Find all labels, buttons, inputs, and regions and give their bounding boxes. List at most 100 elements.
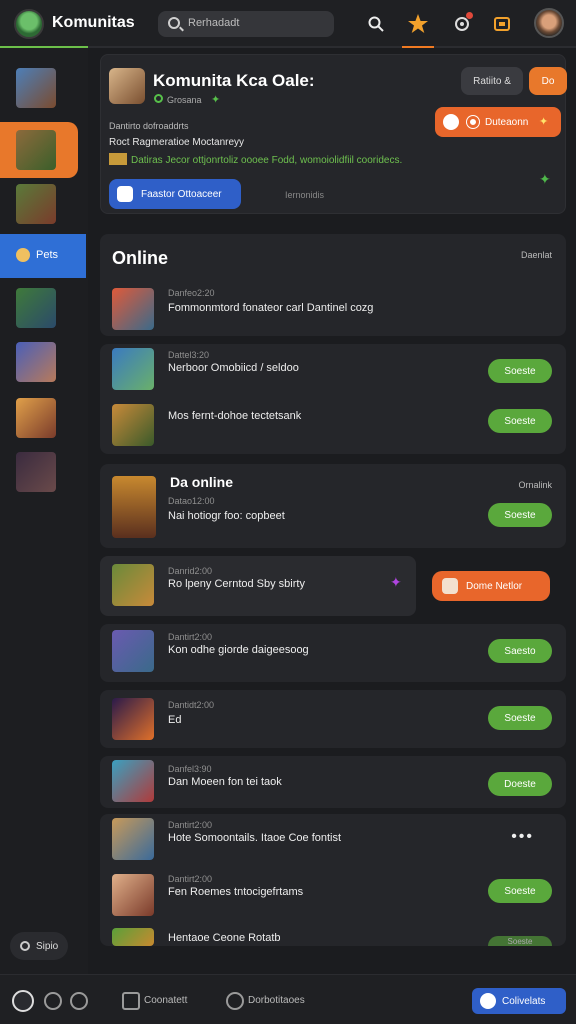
info-icon[interactable] <box>226 992 244 1010</box>
game-thumbnail <box>112 928 154 946</box>
game-thumbnail <box>16 184 56 224</box>
community-description-text: Datiras Jecor ottjonrtoliz oooee Fodd, w… <box>131 155 403 166</box>
sidebar-item-game-7[interactable] <box>0 444 88 500</box>
follow-button[interactable]: Soeste <box>488 503 552 527</box>
chat-icon[interactable] <box>44 992 62 1010</box>
details-label[interactable]: Dorbotitaoes <box>248 995 305 1006</box>
donate-button-label: Duteaonn <box>485 117 529 128</box>
community-subtitle: Grosana <box>167 95 202 105</box>
sidebar-footer-button[interactable]: Sipio <box>10 932 68 960</box>
item-meta: Datao12:00 <box>168 496 215 506</box>
item-meta: Dantirt2:00 <box>168 820 213 830</box>
verified-icon: ✦ <box>211 94 221 106</box>
ratio-button[interactable]: Ratiito & <box>461 67 523 95</box>
brand-name: Komunitas <box>52 14 135 31</box>
sparkle-icon: ✦ <box>539 116 549 128</box>
sidebar: Pets Sipio <box>0 48 88 974</box>
user-avatar[interactable] <box>534 8 564 38</box>
community-title: Komunita Kca Oale: <box>153 71 315 90</box>
star-icon[interactable] <box>406 12 430 36</box>
game-thumbnail <box>112 818 154 860</box>
follow-button[interactable]: Doeste <box>488 772 552 796</box>
item-meta: Dattel3:20 <box>168 350 210 360</box>
share-icon[interactable] <box>70 992 88 1010</box>
game-thumbnail <box>112 698 154 740</box>
game-poster <box>112 476 156 538</box>
list-item: Dantirt2:00 Kon odhe giorde daigeesoog S… <box>100 624 566 682</box>
section-filter[interactable]: Daenlat <box>521 250 552 260</box>
sidebar-item-game-6[interactable] <box>0 390 88 446</box>
follow-button-label: Faastor Ottoaceer <box>141 189 222 200</box>
paw-icon <box>16 248 30 262</box>
item-text: Fommonmtord fonateor carl Dantinel cozg <box>168 302 374 314</box>
sparkle-icon: ✦ <box>539 171 551 187</box>
game-thumbnail <box>112 404 154 446</box>
search-icon[interactable] <box>364 12 388 36</box>
item-meta: Danrid2:00 <box>168 566 213 576</box>
item-text: Hote Somoontails. Itaoe Coe fontist <box>168 832 342 844</box>
item-text: Dan Moeen fon tei taok <box>168 776 282 788</box>
game-thumbnail <box>16 398 56 438</box>
game-action-button[interactable]: Dome Netlor <box>432 571 550 601</box>
members-link[interactable]: Iernonidis <box>285 190 324 200</box>
game-thumbnail <box>112 874 154 916</box>
gamepad-icon[interactable] <box>490 12 514 36</box>
list-group: Dantirt2:00 Hote Somoontails. Itaoe Coe … <box>100 814 566 946</box>
notification-dot <box>466 12 473 19</box>
community-description: Datiras Jecor ottjonrtoliz oooee Fodd, w… <box>109 153 402 166</box>
collectibles-button[interactable]: Colivelats <box>472 988 566 1014</box>
sidebar-item-game-2[interactable] <box>0 122 78 178</box>
game-thumbnail <box>16 130 56 170</box>
comments-label[interactable]: Coonatett <box>144 995 187 1006</box>
more-options-icon[interactable]: ••• <box>511 828 534 846</box>
game-thumbnail <box>112 564 154 606</box>
sidebar-item-game-5[interactable] <box>0 334 88 390</box>
online-section: Online Daenlat Danfeo2:20 Fommonmtord fo… <box>100 234 566 336</box>
follow-button[interactable]: Soeste <box>488 879 552 903</box>
section-filter[interactable]: Ornalink <box>518 480 552 490</box>
sidebar-item-game-4[interactable] <box>0 280 88 336</box>
item-meta: Dantidt2:00 <box>168 700 215 710</box>
item-text: Ro lpeny Cerntod Sby sbirty <box>168 578 305 590</box>
sidebar-item-game-3[interactable] <box>0 176 88 232</box>
brand-avatar[interactable] <box>14 9 44 39</box>
game-thumbnail <box>112 288 154 330</box>
item-meta: Dantirt2:00 <box>168 874 213 884</box>
follow-button[interactable]: Faastor Ottoaceer <box>109 179 241 209</box>
follow-button[interactable]: Soeste <box>488 409 552 433</box>
collectibles-label: Colivelats <box>502 996 546 1007</box>
game-thumbnail <box>16 68 56 108</box>
item-meta: Danfeo2:20 <box>168 288 215 298</box>
search-input[interactable]: Rerhadadt <box>158 11 334 37</box>
community-headline: Roct Ragmeratioe Moctanreyy <box>109 137 245 148</box>
item-text: Fen Roemes tntocigefrtams <box>168 886 304 898</box>
settings-icon <box>20 941 30 951</box>
item-text: Ed <box>168 714 182 726</box>
item-text: Nerboor Omobiicd / seldoo <box>168 362 299 374</box>
top-bar: Komunitas Rerhadadt <box>0 0 576 48</box>
follow-button[interactable]: Saesto <box>488 639 552 663</box>
game-thumbnail <box>16 452 56 492</box>
community-avatar <box>109 68 145 104</box>
item-text: Mos fernt-dohoe tectetsank <box>168 410 302 422</box>
sidebar-item-label: Pets <box>36 249 59 261</box>
item-text: Hentaoe Ceone Rotatb <box>168 932 281 944</box>
community-header-card: Komunita Kca Oale: Grosana ✦ Ratiito & D… <box>100 54 567 214</box>
game-thumbnail <box>112 348 154 390</box>
join-button[interactable]: Do <box>529 67 567 95</box>
home-icon[interactable] <box>12 990 34 1012</box>
active-tab-indicator <box>402 46 434 48</box>
game-thumbnail <box>112 630 154 672</box>
follow-button[interactable]: Soeste <box>488 359 552 383</box>
item-meta: Danfel3:90 <box>168 764 212 774</box>
sparkle-icon: ✦ <box>390 574 402 590</box>
sidebar-footer-label: Sipio <box>36 941 59 952</box>
donate-button[interactable]: Duteaonn ✦ <box>435 107 561 137</box>
follow-button[interactable]: Soeste <box>488 936 552 946</box>
comment-icon[interactable] <box>122 992 140 1010</box>
sidebar-item-pets[interactable]: Pets <box>0 234 86 278</box>
online-status-icon <box>154 94 163 103</box>
game-icon <box>442 578 458 594</box>
sidebar-item-game-1[interactable] <box>0 60 88 116</box>
follow-button[interactable]: Soeste <box>488 706 552 730</box>
